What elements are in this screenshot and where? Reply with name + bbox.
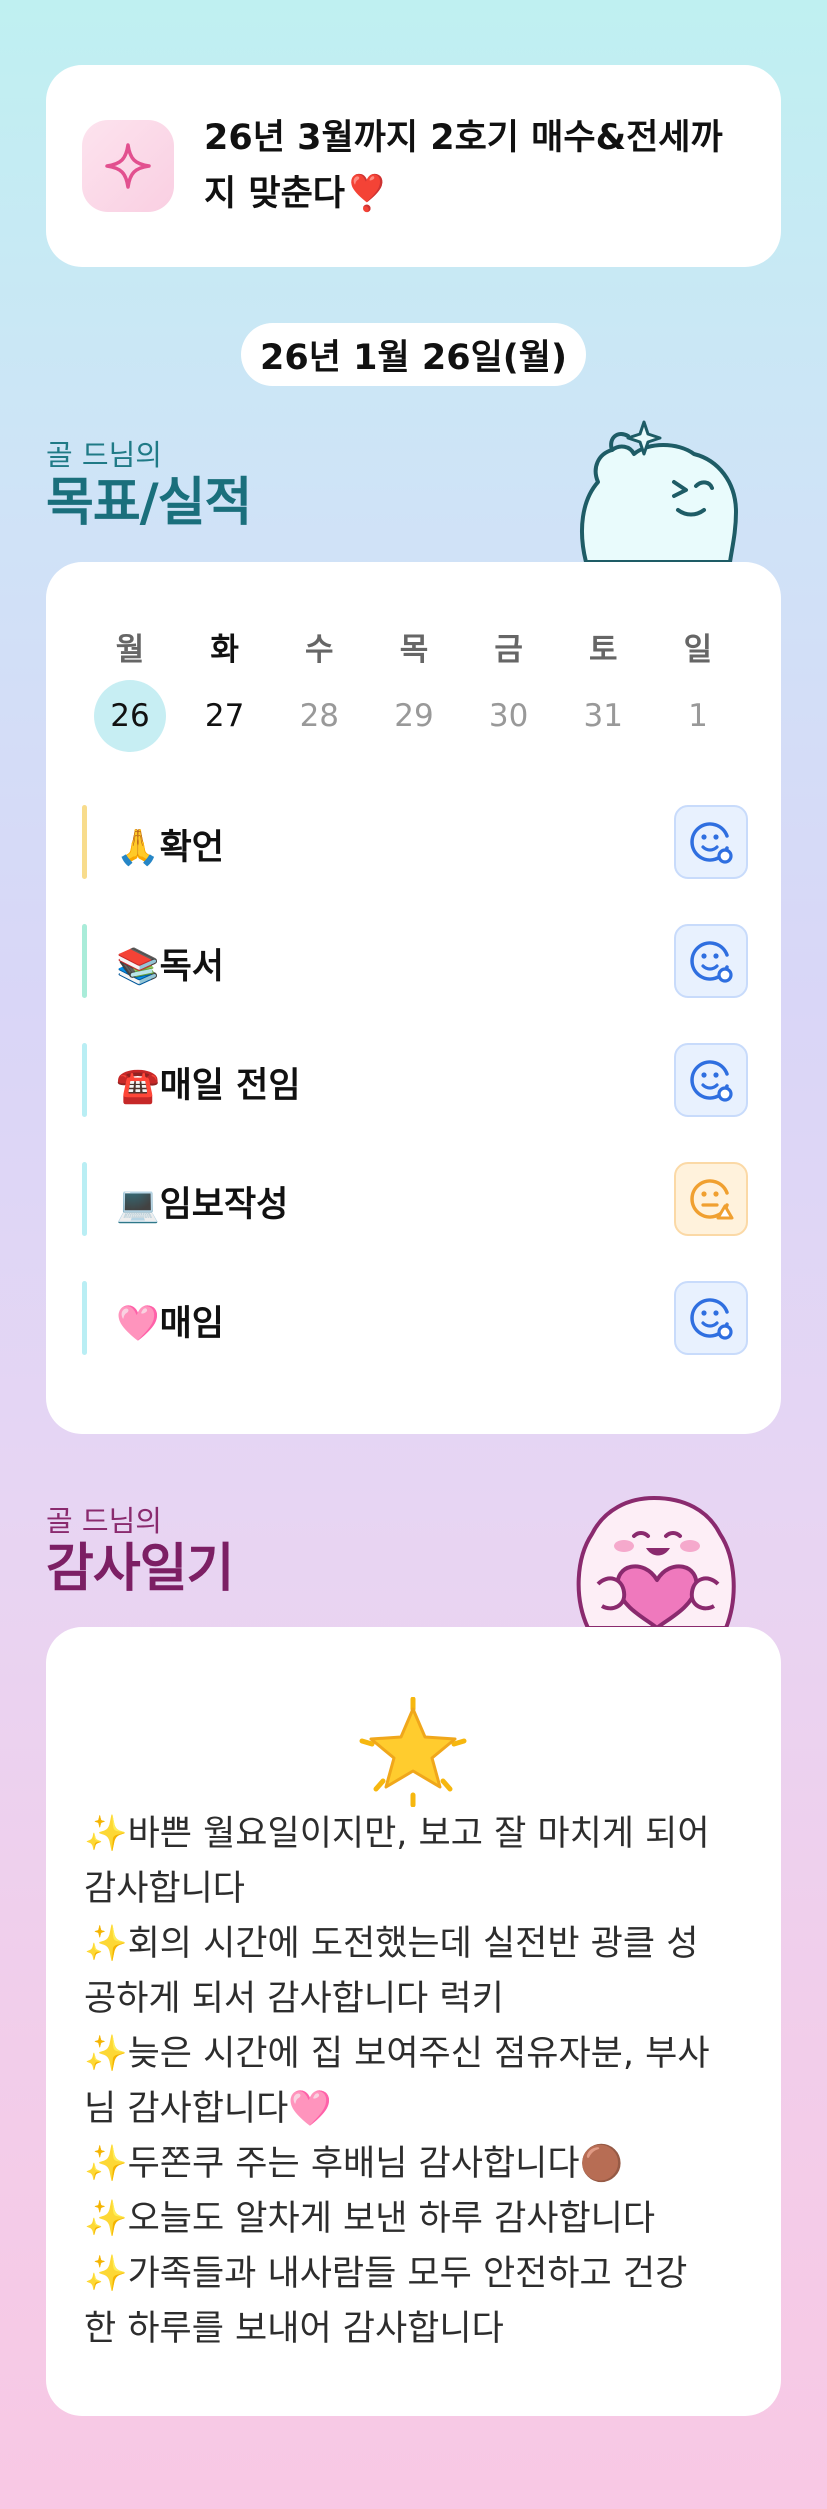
gratitude-line: ✨바쁜 월요일이지만, 보고 잘 마치게 되어: [84, 1814, 710, 1854]
smiley-done-icon[interactable]: [674, 1281, 748, 1355]
smiley-done-icon[interactable]: [674, 924, 748, 998]
gratitude-entries: ✨바쁜 월요일이지만, 보고 잘 마치게 되어 감사합니다 ✨회의 시간에 도전…: [84, 1807, 744, 2357]
weekday-mon: 월: [115, 632, 145, 668]
weekday-sat: 토: [589, 632, 618, 668]
habit-label: 💻임보작성: [116, 1185, 289, 1225]
habit-row[interactable]: 📚독서: [82, 924, 748, 998]
dates-row: 26 27 28 29 30 31 1: [94, 680, 734, 752]
weekday-thu: 목: [399, 632, 429, 668]
gratitude-line: ✨오늘도 알차게 보낸 하루 감사합니다: [84, 2199, 656, 2239]
goal-text: 26년 3월까지 2호기 매수&전세까 지 맞춘다❣️: [204, 110, 723, 222]
gratitude-journal-card: ✨바쁜 월요일이지만, 보고 잘 마치게 되어 감사합니다 ✨회의 시간에 도전…: [46, 1627, 781, 2416]
gratitude-line: ✨회의 시간에 도전했는데 실전반 광클 성: [84, 1924, 699, 1964]
habit-row[interactable]: 🩷매임: [82, 1281, 748, 1355]
habit-label: 📚독서: [116, 947, 224, 987]
habit-accent-bar: [82, 1281, 87, 1355]
weekday-wed: 수: [305, 632, 334, 668]
gratitude-title: 감사일기: [46, 1539, 234, 1599]
date-28[interactable]: 28: [283, 680, 355, 752]
habit-label: ☎️매일 전임: [116, 1066, 301, 1106]
weekday-row: 월 화 수 목 금 토 일: [94, 624, 734, 669]
gratitude-line: 공하게 되서 감사합니다 럭키: [84, 1979, 504, 2019]
goal-line-2: 지 맞춘다❣️: [204, 174, 389, 214]
weekday-tue: 화: [210, 632, 239, 668]
glowing-star-icon: [359, 1697, 467, 1807]
date-26[interactable]: 26: [94, 680, 166, 752]
sparkle-icon: [82, 120, 174, 212]
date-1[interactable]: 1: [662, 680, 734, 752]
date-pill[interactable]: 26년 1월 26일(월): [241, 323, 586, 386]
habit-accent-bar: [82, 805, 87, 879]
smiley-done-icon[interactable]: [674, 805, 748, 879]
heart-hugging-mascot-illustration: [576, 1496, 736, 1628]
date-30[interactable]: 30: [473, 680, 545, 752]
habit-row[interactable]: 💻임보작성: [82, 1162, 748, 1236]
habit-row[interactable]: 🙏확언: [82, 805, 748, 879]
goal-line-1: 26년 3월까지 2호기 매수&전세까: [204, 118, 723, 158]
weekday-sun: 일: [683, 632, 713, 668]
gratitude-line: ✨가족들과 내사람들 모두 안전하고 건강: [84, 2254, 688, 2294]
habit-accent-bar: [82, 1043, 87, 1117]
gratitude-line: 님 감사합니다🩷: [84, 2089, 332, 2129]
habit-accent-bar: [82, 1162, 87, 1236]
habit-label: 🩷매임: [116, 1304, 224, 1344]
gratitude-line: 한 하루를 보내어 감사합니다: [84, 2309, 504, 2349]
goals-title: 목표/실적: [46, 473, 252, 533]
habit-row[interactable]: ☎️매일 전임: [82, 1043, 748, 1117]
gratitude-line: ✨두쫀쿠 주는 후배님 감사합니다🟤: [84, 2144, 624, 2184]
habit-accent-bar: [82, 924, 87, 998]
date-27[interactable]: 27: [189, 680, 261, 752]
smiley-done-icon[interactable]: [674, 1043, 748, 1117]
gratitude-line: ✨늦은 시간에 집 보여주신 점유자분, 부사: [84, 2034, 710, 2074]
habit-label: 🙏확언: [116, 828, 224, 868]
ghost-mascot-illustration: [580, 420, 738, 562]
date-29[interactable]: 29: [378, 680, 450, 752]
gratitude-line: 감사합니다: [84, 1869, 246, 1909]
goals-tracker-card: 월 화 수 목 금 토 일 26 27 28 29 30 31 1 🙏확언 📚독…: [46, 562, 781, 1434]
date-31[interactable]: 31: [567, 680, 639, 752]
smiley-pending-icon[interactable]: [674, 1162, 748, 1236]
weekday-fri: 금: [494, 632, 523, 668]
goal-banner[interactable]: 26년 3월까지 2호기 매수&전세까 지 맞춘다❣️: [46, 65, 781, 267]
